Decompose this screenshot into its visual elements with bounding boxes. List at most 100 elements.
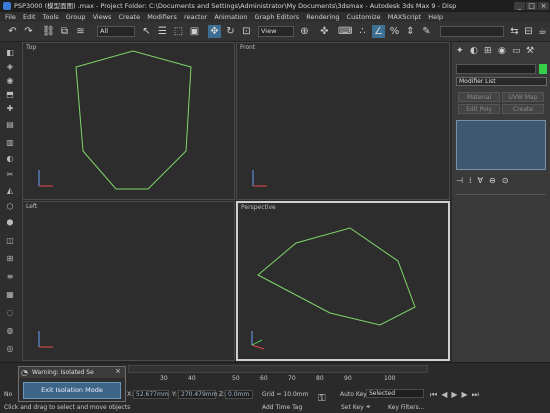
make-unique-icon[interactable]: ∀: [478, 176, 489, 185]
set-key-button[interactable]: Set Key: [341, 404, 364, 411]
modifier-list-dropdown[interactable]: Modifier List: [456, 77, 547, 86]
viewport-perspective[interactable]: Perspective: [236, 201, 450, 361]
edit-poly-button[interactable]: Edit Poly: [458, 104, 500, 114]
unlink-icon[interactable]: ⧉: [58, 25, 71, 38]
rect-selection-icon[interactable]: ⬚: [172, 25, 185, 38]
remove-modifier-icon[interactable]: ⊖: [489, 176, 502, 185]
tool-icon-6[interactable]: ▤: [4, 120, 16, 129]
create-button[interactable]: Create: [502, 104, 544, 114]
close-warning-icon[interactable]: ×: [115, 367, 121, 375]
pin-stack-icon[interactable]: ⊣: [456, 176, 469, 185]
menu-file[interactable]: File: [5, 12, 16, 22]
window-crossing-icon[interactable]: ▣: [188, 25, 201, 38]
previous-frame-icon[interactable]: ◀: [441, 390, 451, 399]
viewport-left[interactable]: Left: [22, 201, 235, 361]
show-end-result-icon[interactable]: ⁞: [469, 176, 478, 185]
menu-animation[interactable]: Animation: [214, 12, 247, 22]
create-tab-icon[interactable]: ✦: [456, 46, 464, 56]
selection-filter-dropdown[interactable]: All: [97, 26, 135, 37]
tool-icon-1[interactable]: ◧: [4, 48, 16, 57]
menu-create[interactable]: Create: [119, 12, 141, 22]
align-icon[interactable]: ⊟: [522, 25, 535, 38]
close-button[interactable]: ×: [538, 2, 549, 10]
object-color-swatch[interactable]: [539, 64, 547, 74]
viewport-top[interactable]: Top: [22, 42, 235, 200]
menu-edit[interactable]: Edit: [23, 12, 36, 22]
menu-customize[interactable]: Customize: [347, 12, 381, 22]
tool-icon-9[interactable]: ✂: [4, 170, 16, 179]
uvw-map-button[interactable]: UVW Map: [502, 92, 544, 102]
play-icon[interactable]: ▶: [451, 390, 461, 399]
named-selection-sets-dropdown[interactable]: [440, 26, 504, 37]
select-scale-icon[interactable]: ⊡: [240, 25, 253, 38]
undo-icon[interactable]: ↶: [6, 25, 19, 38]
tool-icon-3[interactable]: ◉: [4, 76, 16, 85]
angle-snap-icon[interactable]: ∠: [372, 25, 385, 38]
tool-icon-12[interactable]: ⬢: [4, 218, 16, 227]
menu-group[interactable]: Group: [66, 12, 86, 22]
x-coordinate-field[interactable]: 52.677mm: [133, 390, 169, 399]
percent-snap-icon[interactable]: %: [388, 25, 401, 38]
menu-help[interactable]: Help: [428, 12, 443, 22]
tool-icon-11[interactable]: ⬡: [4, 202, 16, 211]
hierarchy-tab-icon[interactable]: ⊞: [484, 46, 492, 56]
menu-reactor[interactable]: reactor: [184, 12, 207, 22]
key-icon[interactable]: ⚿: [318, 393, 326, 404]
auto-key-button[interactable]: Auto Key: [340, 391, 367, 398]
modifier-stack[interactable]: [456, 120, 546, 170]
named-selection-icon[interactable]: ✎: [420, 25, 433, 38]
modify-tab-icon[interactable]: ◐: [470, 46, 478, 56]
tool-icon-17[interactable]: ◌: [4, 308, 16, 317]
select-link-icon[interactable]: ⛓: [42, 25, 55, 38]
tool-icon-10[interactable]: ◭: [4, 186, 16, 195]
go-to-start-icon[interactable]: ⏮: [430, 390, 441, 399]
y-coordinate-field[interactable]: 270.479mm: [178, 390, 218, 399]
snap-toggle-icon[interactable]: ∴: [356, 25, 369, 38]
mirror-icon[interactable]: ⇆: [508, 25, 521, 38]
tool-icon-4[interactable]: ⬒: [4, 90, 16, 99]
go-to-end-icon[interactable]: ⏭: [472, 390, 483, 399]
select-by-name-icon[interactable]: ☰: [156, 25, 169, 38]
select-manipulate-icon[interactable]: ✜: [318, 25, 331, 38]
select-object-icon[interactable]: ↖: [140, 25, 153, 38]
redo-icon[interactable]: ↷: [22, 25, 35, 38]
tool-icon-5[interactable]: ✚: [4, 104, 16, 113]
timeline-track[interactable]: 30 40 50 60 70 80 90 100: [128, 375, 428, 383]
motion-tab-icon[interactable]: ◉: [498, 46, 506, 56]
display-tab-icon[interactable]: ▭: [512, 46, 521, 56]
select-move-icon[interactable]: ✥: [208, 25, 221, 38]
tool-icon-14[interactable]: ⊞: [4, 254, 16, 263]
menu-graph-editors[interactable]: Graph Editors: [255, 12, 300, 22]
select-rotate-icon[interactable]: ↻: [224, 25, 237, 38]
minimize-button[interactable]: _: [514, 2, 525, 10]
reference-coord-dropdown[interactable]: View: [258, 26, 294, 37]
time-slider[interactable]: [128, 365, 428, 373]
material-button[interactable]: Material: [458, 92, 500, 102]
tool-icon-7[interactable]: ▥: [4, 138, 16, 147]
menu-rendering[interactable]: Rendering: [306, 12, 339, 22]
spinner-snap-icon[interactable]: ⇕: [404, 25, 417, 38]
render-icon[interactable]: ☕: [536, 25, 549, 38]
viewport-front[interactable]: Front: [236, 42, 450, 200]
add-time-tag[interactable]: Add Time Tag: [262, 404, 302, 411]
object-name-field[interactable]: [456, 64, 536, 74]
menu-views[interactable]: Views: [93, 12, 112, 22]
selected-dropdown[interactable]: Selected: [366, 389, 424, 398]
menu-modifiers[interactable]: Modifiers: [147, 12, 177, 22]
key-filters-button[interactable]: Key Filters...: [388, 404, 425, 411]
bind-space-warp-icon[interactable]: ≋: [74, 25, 87, 38]
tool-icon-13[interactable]: ◫: [4, 236, 16, 245]
menu-tools[interactable]: Tools: [43, 12, 59, 22]
z-coordinate-field[interactable]: 0.0mm: [225, 390, 253, 399]
keyboard-shortcut-icon[interactable]: ⌨: [338, 25, 352, 38]
tool-icon-16[interactable]: ▦: [4, 290, 16, 299]
tool-icon-15[interactable]: ≡: [4, 272, 16, 281]
menu-maxscript[interactable]: MAXScript: [388, 12, 421, 22]
tool-icon-18[interactable]: ◍: [4, 326, 16, 335]
tool-icon-2[interactable]: ◈: [4, 62, 16, 71]
key-mode-icon[interactable]: ⌖: [366, 402, 371, 412]
next-frame-icon[interactable]: ▶: [462, 390, 472, 399]
exit-isolation-button[interactable]: Exit Isolation Mode: [23, 382, 121, 399]
tool-icon-19[interactable]: ◎: [4, 344, 16, 353]
utilities-tab-icon[interactable]: ⚒: [526, 46, 534, 56]
